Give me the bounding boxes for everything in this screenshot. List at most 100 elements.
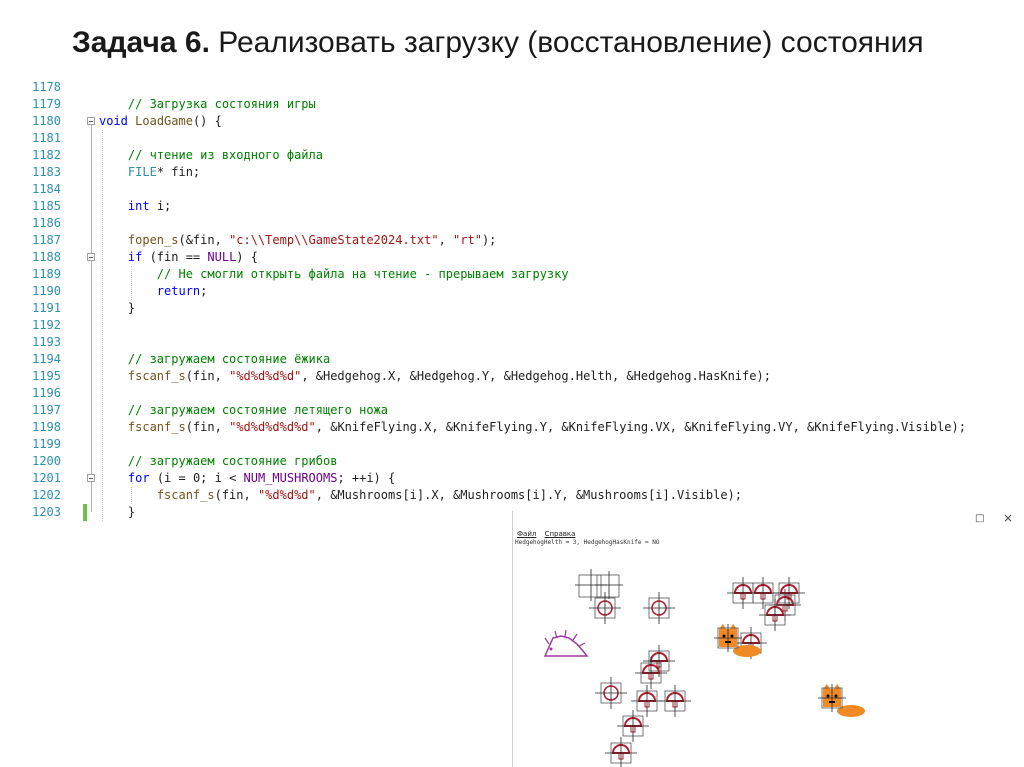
line-number: 1181 <box>32 131 61 145</box>
code-line: 1201 for (i = 0; i < NUM_MUSHROOMS; ++i)… <box>25 470 1015 487</box>
code-text: for (i = 0; i < NUM_MUSHROOMS; ++i) { <box>99 470 395 487</box>
code-token: // Не смогли открыть файла на чтение - п… <box>156 267 569 281</box>
cat-eye <box>722 634 726 638</box>
code-line: 1184 <box>25 181 1015 198</box>
code-token: } <box>99 301 136 315</box>
line-number: 1180 <box>32 114 61 128</box>
code-token: "%d%d%d%d%d" <box>229 420 316 434</box>
code-text: } <box>99 504 135 521</box>
code-token: // загружаем состояние ёжика <box>127 352 331 366</box>
code-token: // загружаем состояние грибов <box>127 454 338 468</box>
code-token: // чтение из входного файла <box>127 148 323 162</box>
fold-toggle-icon[interactable] <box>87 117 95 125</box>
code-line: 1197 // загружаем состояние летящего нож… <box>25 402 1015 419</box>
code-line: 1182 // чтение из входного файла <box>25 147 1015 164</box>
code-token: fscanf_s <box>127 420 186 434</box>
code-editor: 1178 1179 // Загрузка состояния игры 1180 v… <box>25 79 1015 529</box>
code-text: } <box>99 300 135 317</box>
code-line: 1180 void LoadGame() { <box>25 113 1015 130</box>
line-number: 1203 <box>32 505 61 519</box>
line-number: 1190 <box>32 284 61 298</box>
code-line: 1178 <box>25 79 1015 96</box>
code-token: ; ++i) { <box>337 471 396 485</box>
code-token: for <box>127 471 150 485</box>
line-number: 1178 <box>32 80 61 94</box>
line-number: 1195 <box>32 369 61 383</box>
code-text: // загружаем состояние ёжика <box>99 351 330 368</box>
code-token: (fin, <box>185 369 230 383</box>
line-number: 1182 <box>32 148 61 162</box>
code-token: (i = 0; i < <box>149 471 244 485</box>
fold-toggle-icon[interactable] <box>87 253 95 261</box>
line-number: 1192 <box>32 318 61 332</box>
hitbox <box>578 574 602 598</box>
code-token: fscanf_s <box>127 369 186 383</box>
code-line: 1191 } <box>25 300 1015 317</box>
code-token: "%d%d%d%d" <box>229 369 302 383</box>
code-token: void <box>99 114 128 128</box>
code-text: fscanf_s(fin, "%d%d%d%d%d", &KnifeFlying… <box>99 419 966 436</box>
line-number: 1193 <box>32 335 61 349</box>
code-text: // загружаем состояние летящего ножа <box>99 402 388 419</box>
code-line: 1200 // загружаем состояние грибов <box>25 453 1015 470</box>
code-text: return; <box>99 283 208 300</box>
code-token: fscanf_s <box>156 488 215 502</box>
code-token: // Загрузка состояния игры <box>127 97 316 111</box>
code-text: // Загрузка состояния игры <box>99 96 316 113</box>
fold-toggle-icon[interactable] <box>87 474 95 482</box>
line-number: 1201 <box>32 471 61 485</box>
code-text: fscanf_s(fin, "%d%d%d", &Mushrooms[i].X,… <box>99 487 742 504</box>
code-text: // Не смогли открыть файла на чтение - п… <box>99 266 569 283</box>
hitbox <box>596 574 620 598</box>
indent-guide <box>131 487 132 504</box>
code-token: fopen_s <box>127 233 179 247</box>
line-number: 1194 <box>32 352 61 366</box>
code-token: "%d%d%d" <box>257 488 316 502</box>
code-line: 1179 // Загрузка состояния игры <box>25 96 1015 113</box>
line-number: 1185 <box>32 199 61 213</box>
code-token: int <box>127 199 150 213</box>
code-text: if (fin == NULL) { <box>99 249 258 266</box>
fold-guide <box>91 125 92 512</box>
slide-title: Задача 6. Реализовать загрузку (восстано… <box>72 26 924 60</box>
line-number: 1196 <box>32 386 61 400</box>
line-number: 1199 <box>32 437 61 451</box>
code-token: , &KnifeFlying.X, &KnifeFlying.Y, &Knife… <box>315 420 966 434</box>
code-text: fopen_s(&fin, "c:\\Temp\\GameState2024.t… <box>99 232 496 249</box>
code-line: 1196 <box>25 385 1015 402</box>
line-number: 1197 <box>32 403 61 417</box>
code-line: 1181 <box>25 130 1015 147</box>
code-line: 1192 <box>25 317 1015 334</box>
cat-tail <box>733 645 761 657</box>
code-token: (&fin, <box>178 233 230 247</box>
line-number: 1198 <box>32 420 61 434</box>
code-token: "c:\\Temp\\GameState2024.txt" <box>229 233 439 247</box>
code-token: (fin == <box>142 250 208 264</box>
fold-guide <box>91 482 92 512</box>
code-token: * fin; <box>156 165 201 179</box>
code-line: 1183 FILE* fin; <box>25 164 1015 181</box>
code-line: 1189 // Не смогли открыть файла на чтени… <box>25 266 1015 283</box>
indent-guide <box>102 130 103 521</box>
slide-title-bold: Задача 6. <box>72 26 210 59</box>
code-line: 1202 fscanf_s(fin, "%d%d%d", &Mushrooms[… <box>25 487 1015 504</box>
changed-line-marker <box>83 504 87 521</box>
line-number: 1186 <box>32 216 61 230</box>
game-window: □ × Файл Справка HedgehogHelth = 3, Hedg… <box>512 511 1024 767</box>
code-token: FILE <box>127 165 157 179</box>
code-token: ; <box>200 284 208 298</box>
code-token: ); <box>481 233 497 247</box>
cat-eye <box>826 694 830 698</box>
code-token: (fin, <box>214 488 258 502</box>
